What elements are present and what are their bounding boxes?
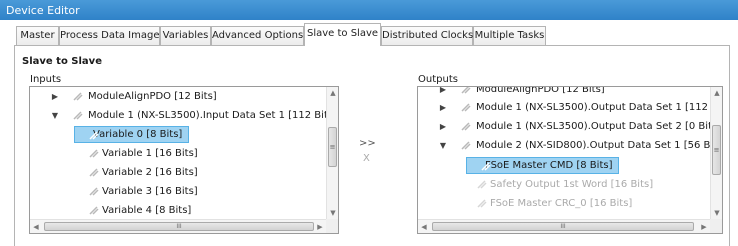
tree-item[interactable]: Variable 2 [16 Bits]	[30, 164, 326, 181]
add-mapping-button[interactable]: >>	[359, 138, 376, 149]
inputs-vertical-scrollbar[interactable]: ▲ ≡ ▼	[326, 87, 338, 219]
inputs-horizontal-scrollbar[interactable]: ◀ III ▶	[30, 219, 326, 233]
tab-variables[interactable]: Variables	[160, 26, 211, 45]
tab-master[interactable]: Master	[16, 26, 59, 45]
variable-leaf-icon	[73, 92, 83, 101]
tree-item[interactable]: ▼ Module 1 (NX-SL3500).Input Data Set 1 …	[30, 107, 326, 124]
tree-item-label: FSoE Master CRC_0 [16 Bits]	[490, 198, 633, 209]
collapsed-arrow-icon[interactable]: ▶	[438, 99, 448, 116]
scroll-right-arrow-icon[interactable]: ▶	[698, 220, 710, 233]
inputs-label: Inputs	[30, 74, 62, 85]
tree-item-label: Safety Output 1st Word [16 Bits]	[490, 179, 654, 190]
tree-item-label: ModuleAlignPDO [12 Bits]	[88, 91, 217, 102]
tree-item-selected[interactable]: Variable 0 [8 Bits]	[30, 126, 326, 143]
inputs-tree-viewport: ▶ ModuleAlignPDO [12 Bits] ▼ Module 1 (N…	[30, 87, 326, 219]
tree-item[interactable]: ▶ ModuleAlignPDO [12 Bits]	[30, 88, 326, 105]
tab-slave-to-slave[interactable]: Slave to Slave	[304, 23, 381, 46]
inputs-tree[interactable]: ▶ ModuleAlignPDO [12 Bits] ▼ Module 1 (N…	[29, 86, 339, 234]
variable-leaf-icon	[89, 187, 99, 196]
tree-item[interactable]: Variable 3 [16 Bits]	[30, 183, 326, 200]
tree-item[interactable]: ▶ ModuleAlignPDO [12 Bits]	[418, 87, 710, 98]
outputs-horizontal-scrollbar[interactable]: ◀ III ▶	[418, 219, 710, 233]
variable-leaf-icon	[461, 141, 471, 150]
window-title-bar: Device Editor	[0, 0, 738, 20]
scroll-left-arrow-icon[interactable]: ◀	[418, 220, 430, 233]
tree-item[interactable]: Variable 4 [8 Bits]	[30, 202, 326, 219]
tree-item[interactable]: ▶ Module 1 (NX-SL3500).Output Data Set 2…	[418, 118, 710, 135]
tree-item-label: Module 1 (NX-SL3500).Output Data Set 2 […	[476, 121, 710, 132]
tab-process-data-image[interactable]: Process Data Image	[59, 26, 160, 45]
variable-leaf-icon	[481, 162, 491, 171]
scroll-corner	[326, 219, 338, 233]
expanded-arrow-icon[interactable]: ▼	[438, 137, 448, 154]
tree-item-label: Module 1 (NX-SL3500).Input Data Set 1 [1…	[88, 110, 326, 121]
outputs-tree-viewport: ▶ ModuleAlignPDO [12 Bits] ▶ Module 1 (N…	[418, 87, 710, 219]
variable-leaf-icon	[89, 131, 99, 140]
variable-leaf-icon	[477, 180, 487, 189]
variable-leaf-icon	[89, 206, 99, 215]
variable-leaf-icon	[461, 122, 471, 131]
outputs-vertical-scrollbar[interactable]: ▲ ≡ ▼	[710, 87, 722, 219]
scroll-up-arrow-icon[interactable]: ▲	[711, 87, 722, 99]
tree-item-label: Variable 1 [16 Bits]	[102, 148, 198, 159]
remove-mapping-button[interactable]: X	[363, 153, 370, 164]
tab-multiple-tasks[interactable]: Multiple Tasks	[473, 26, 546, 45]
tree-item[interactable]: Variable 1 [16 Bits]	[30, 145, 326, 162]
variable-leaf-icon	[461, 103, 471, 112]
scroll-thumb[interactable]: III	[44, 222, 314, 231]
scroll-thumb[interactable]: III	[432, 222, 694, 231]
scroll-corner	[710, 219, 722, 233]
expanded-arrow-icon[interactable]: ▼	[50, 107, 60, 124]
tree-item-label: Variable 2 [16 Bits]	[102, 167, 198, 178]
tree-item[interactable]: FSoE Master CRC_0 [16 Bits]	[418, 195, 710, 212]
outputs-label: Outputs	[418, 74, 458, 85]
variable-leaf-icon	[461, 87, 471, 94]
tab-strip: Master Process Data Image Variables Adva…	[0, 20, 738, 46]
tree-item[interactable]: Safety Output 1st Word [16 Bits]	[418, 176, 710, 193]
section-title: Slave to Slave	[22, 56, 102, 67]
window-title: Device Editor	[6, 4, 80, 17]
tree-item-label: Module 2 (NX-SID800).Output Data Set 1 […	[476, 140, 710, 151]
variable-leaf-icon	[73, 111, 83, 120]
scroll-left-arrow-icon[interactable]: ◀	[30, 220, 42, 233]
tab-distributed-clocks[interactable]: Distributed Clocks	[381, 26, 473, 45]
tree-item-selected[interactable]: FSoE Master CMD [8 Bits]	[418, 157, 710, 174]
scroll-right-arrow-icon[interactable]: ▶	[314, 220, 326, 233]
tree-item-label: Variable 3 [16 Bits]	[102, 186, 198, 197]
tree-item-label: Module 1 (NX-SL3500).Output Data Set 1 […	[476, 102, 710, 113]
outputs-tree[interactable]: ▶ ModuleAlignPDO [12 Bits] ▶ Module 1 (N…	[417, 86, 723, 234]
tree-item-label: Variable 4 [8 Bits]	[102, 205, 192, 216]
collapsed-arrow-icon[interactable]: ▶	[50, 88, 60, 105]
tree-item[interactable]: ▶ Module 1 (NX-SL3500).Output Data Set 1…	[418, 99, 710, 116]
variable-leaf-icon	[89, 168, 99, 177]
tree-item-label: ModuleAlignPDO [12 Bits]	[476, 87, 605, 95]
variable-leaf-icon	[477, 199, 487, 208]
collapsed-arrow-icon[interactable]: ▶	[438, 87, 448, 98]
scroll-thumb[interactable]: ≡	[712, 125, 721, 175]
collapsed-arrow-icon[interactable]: ▶	[438, 118, 448, 135]
scroll-up-arrow-icon[interactable]: ▲	[327, 87, 338, 99]
scroll-thumb[interactable]: ≡	[328, 127, 337, 167]
tree-item[interactable]: ▼ Module 2 (NX-SID800).Output Data Set 1…	[418, 137, 710, 154]
variable-leaf-icon	[89, 149, 99, 158]
scroll-down-arrow-icon[interactable]: ▼	[711, 207, 722, 219]
tab-advanced-options[interactable]: Advanced Options	[211, 26, 304, 45]
scroll-down-arrow-icon[interactable]: ▼	[327, 207, 338, 219]
